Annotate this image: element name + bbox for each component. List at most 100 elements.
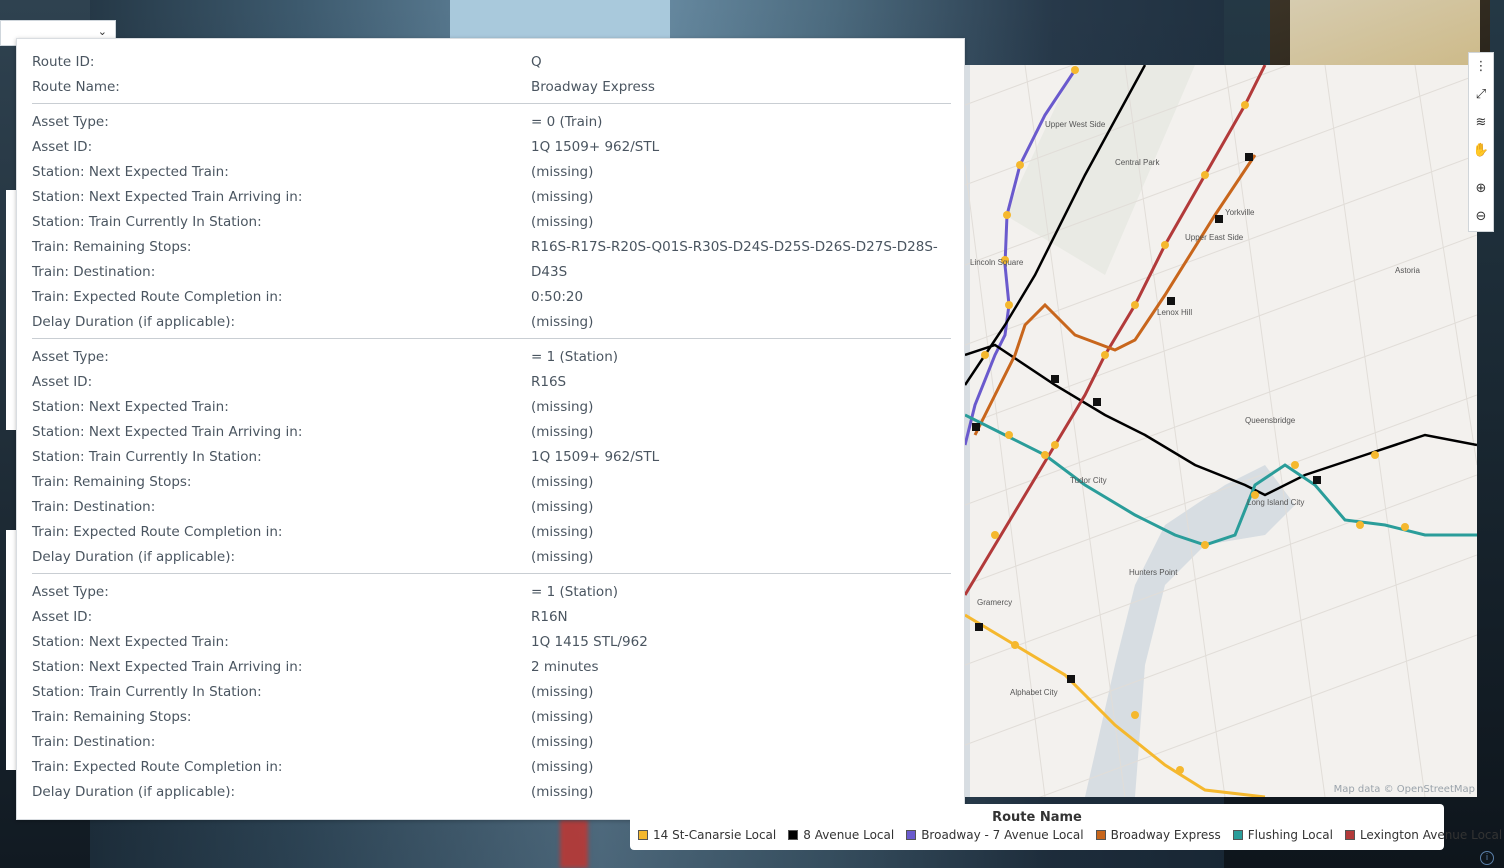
- attribute-row: Train: Destination: (missing): [32, 729, 951, 754]
- attribute-label: Station: Train Currently In Station:: [32, 449, 262, 465]
- legend-swatch: [1232, 830, 1243, 840]
- map-legend: Route Name 14 St-Canarsie Local 8 Avenue …: [630, 804, 1502, 850]
- legend-items: 14 St-Canarsie Local 8 Avenue Local Broadw…: [638, 828, 1502, 842]
- attribute-value: (missing): [531, 164, 594, 180]
- legend-item: 8 Avenue Local: [788, 828, 894, 842]
- legend-title: Route Name: [992, 810, 1082, 825]
- attribute-label: Train: Destination:: [32, 734, 156, 750]
- attribute-row: Asset Type: = 1 (Station): [32, 344, 951, 369]
- expand-icon[interactable]: ⤢: [1469, 83, 1493, 107]
- place-label: Lenox Hill: [1157, 308, 1192, 317]
- attribute-value: 2 minutes: [531, 659, 599, 675]
- legend-label: Broadway Express: [1110, 828, 1221, 842]
- legend-item: 14 St-Canarsie Local: [638, 828, 776, 842]
- attribute-label: Delay Duration (if applicable):: [32, 549, 236, 565]
- attribute-label: Asset ID:: [32, 609, 93, 625]
- attribute-label: Asset ID:: [32, 139, 93, 155]
- more-options-icon[interactable]: ⋮: [1469, 55, 1493, 79]
- place-label: Upper West Side: [1045, 120, 1106, 129]
- attribute-value: (missing): [531, 424, 594, 440]
- attribute-value: D43S: [531, 264, 568, 280]
- attribute-row: Station: Train Currently In Station: 1Q 1…: [32, 444, 951, 469]
- legend-swatch: [1095, 830, 1106, 840]
- attribute-row: Delay Duration (if applicable): (missing): [32, 779, 951, 804]
- attribute-value: (missing): [531, 784, 594, 800]
- attribute-value: 1Q 1415 STL/962: [531, 634, 648, 650]
- attribute-label: Delay Duration (if applicable):: [32, 314, 236, 330]
- map-canvas[interactable]: Upper West Side Central Park Lincoln Squ…: [965, 65, 1477, 797]
- attribute-row: Station: Next Expected Train: 1Q 1415 STL…: [32, 629, 951, 654]
- layers-icon[interactable]: ≋: [1469, 111, 1493, 135]
- attribute-value: (missing): [531, 214, 594, 230]
- place-label: Upper East Side: [1185, 233, 1244, 242]
- legend-item: Lexington Avenue Local: [1344, 828, 1503, 842]
- attribute-value: 1Q 1509+ 962/STL: [531, 449, 660, 465]
- legend-item: Broadway - 7 Avenue Local: [906, 828, 1084, 842]
- side-panel-edge: [6, 190, 16, 430]
- map-toolbar: ⋮ ⤢ ≋ ✋ ⊕ ⊖: [1468, 52, 1494, 232]
- attribute-row: Delay Duration (if applicable): (missing): [32, 309, 951, 334]
- legend-item: Flushing Local: [1232, 828, 1333, 842]
- attribute-value: (missing): [531, 759, 594, 775]
- attribute-label: Train: Expected Route Completion in:: [32, 524, 283, 540]
- place-label: Lincoln Square: [970, 258, 1024, 267]
- attribute-label: Train: Expected Route Completion in:: [32, 759, 283, 775]
- legend-swatch: [638, 830, 648, 840]
- popup-rows: Route ID: Q Route Name: Broadway Express Ass…: [32, 49, 951, 804]
- attribute-label: Asset Type:: [32, 114, 109, 130]
- place-label: Hunters Point: [1129, 568, 1178, 577]
- legend-swatch: [1344, 830, 1355, 840]
- legend-label: Flushing Local: [1247, 828, 1333, 842]
- place-label: Tudor City: [1070, 476, 1107, 485]
- attribute-value: 0:50:20: [531, 289, 584, 305]
- place-label: Astoria: [1395, 266, 1420, 275]
- attribute-row: Train: Destination: (missing): [32, 494, 951, 519]
- east-river: [1085, 465, 1295, 797]
- pan-hand-icon[interactable]: ✋: [1469, 139, 1493, 163]
- zoom-in-icon[interactable]: ⊕: [1469, 177, 1493, 201]
- attribute-row: Asset Type: = 0 (Train): [32, 109, 951, 134]
- attribute-value: (missing): [531, 314, 594, 330]
- attribute-label: Station: Next Expected Train Arriving in…: [32, 189, 303, 205]
- attribute-label: Station: Next Expected Train:: [32, 164, 229, 180]
- info-icon[interactable]: i: [1480, 851, 1494, 865]
- attribute-label: Train: Remaining Stops:: [32, 709, 192, 725]
- attribute-label: Train: Destination:: [32, 264, 156, 280]
- legend-label: 8 Avenue Local: [803, 828, 895, 842]
- attribute-row: Train: Expected Route Completion in: (mis…: [32, 519, 951, 544]
- place-label: Queensbridge: [1245, 416, 1296, 425]
- attribute-label: Station: Train Currently In Station:: [32, 684, 262, 700]
- attribute-label: Station: Next Expected Train Arriving in…: [32, 424, 303, 440]
- attribute-value: = 0 (Train): [531, 114, 603, 130]
- attribute-value: 1Q 1509+ 962/STL: [531, 139, 660, 155]
- attribute-label: Station: Next Expected Train Arriving in…: [32, 659, 303, 675]
- attribute-value: (missing): [531, 684, 594, 700]
- route-8-avenue-crosstown: [965, 343, 1477, 497]
- chevron-down-icon: ⌄: [97, 25, 107, 38]
- attribute-label: Delay Duration (if applicable):: [32, 784, 236, 800]
- map-view[interactable]: Upper West Side Central Park Lincoln Squ…: [965, 65, 1477, 797]
- zoom-out-icon[interactable]: ⊖: [1469, 205, 1493, 229]
- legend-label: Broadway - 7 Avenue Local: [921, 828, 1084, 842]
- attribute-value: (missing): [531, 734, 594, 750]
- attribute-label: Station: Next Expected Train:: [32, 634, 229, 650]
- attribute-value: = 1 (Station): [531, 349, 619, 365]
- attribute-label: Asset Type:: [32, 349, 109, 365]
- attribute-row: Train: Destination: D43S: [32, 259, 951, 284]
- attribute-value: (missing): [531, 399, 594, 415]
- legend-label: Lexington Avenue Local: [1359, 828, 1503, 842]
- legend-item: Broadway Express: [1095, 828, 1221, 842]
- attribute-label: Station: Train Currently In Station:: [32, 214, 262, 230]
- attribute-row: Station: Next Expected Train: (missing): [32, 394, 951, 419]
- attribute-value: = 1 (Station): [531, 584, 619, 600]
- attribute-row: Train: Remaining Stops: (missing): [32, 704, 951, 729]
- attribute-label: Asset ID:: [32, 374, 93, 390]
- attribute-value: (missing): [531, 549, 594, 565]
- place-label: Central Park: [1115, 158, 1160, 167]
- attribute-value: (missing): [531, 709, 594, 725]
- legend-swatch: [788, 830, 799, 840]
- attribute-label: Station: Next Expected Train:: [32, 399, 229, 415]
- asset-popup: Route ID: Q Route Name: Broadway Express Ass…: [16, 38, 965, 820]
- attribute-value: (missing): [531, 474, 594, 490]
- attribute-value: (missing): [531, 189, 594, 205]
